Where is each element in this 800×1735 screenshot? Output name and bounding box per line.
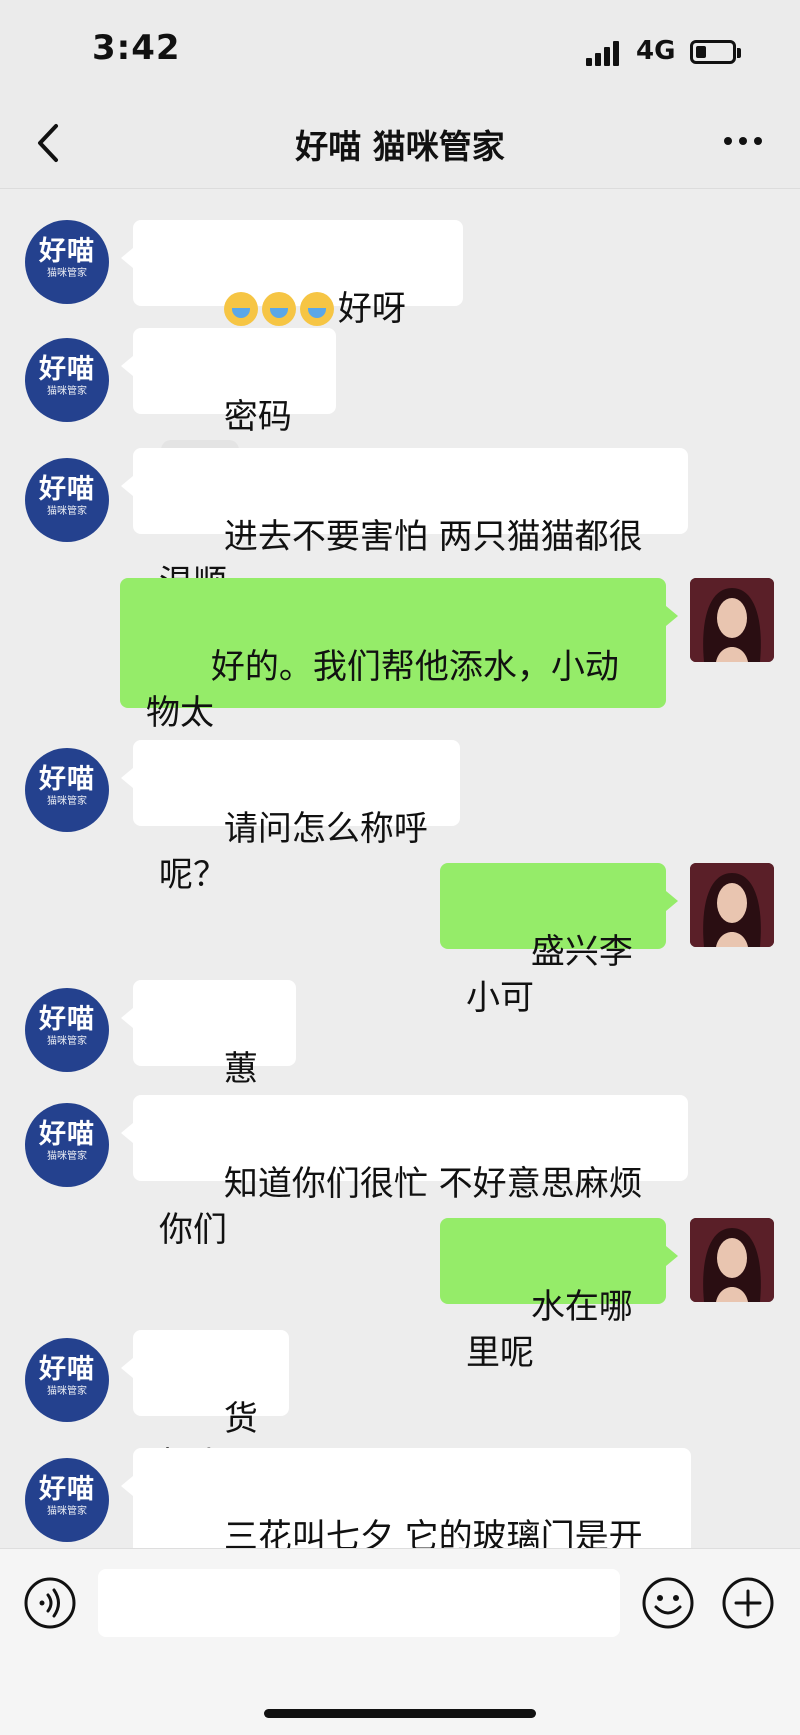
crying-emoji-icon [261,292,296,326]
emoji-icon [642,1577,694,1629]
avatar-text: 好喵 [39,1354,95,1385]
back-button[interactable] [30,118,70,168]
message-text: 盛兴李小可 [466,932,633,1018]
voice-button[interactable] [22,1575,78,1631]
voice-icon [24,1577,76,1629]
message-text: 密码 [223,397,292,437]
crying-emoji-icon [299,292,334,326]
avatar-subtext: 猫咪管家 [47,1506,87,1517]
plus-button[interactable] [720,1575,776,1631]
plus-icon [722,1577,774,1629]
user-portrait-icon [690,578,774,662]
message-text: 请问怎么称呼呢？ [159,809,428,895]
message-bubble[interactable]: 好呀 谢谢 [121,220,463,375]
avatar-text: 好喵 [39,1004,95,1035]
home-indicator[interactable] [264,1709,536,1718]
battery-icon [690,40,736,64]
contact-avatar[interactable]: 好喵 猫咪管家 [25,1338,109,1422]
message-text: 水在哪里呢 [466,1287,633,1373]
avatar-text: 好喵 [39,764,95,795]
message-bubble[interactable]: 好的。我们帮他添水，小动物太 可怜了 [120,578,678,779]
user-portrait-icon [690,1218,774,1302]
user-avatar[interactable] [690,1218,774,1302]
message-bubble[interactable]: 知道你们很忙 不好意思麻烦你们 [121,1095,688,1250]
avatar-text: 好喵 [39,1474,95,1505]
input-bar [0,1548,800,1735]
contact-avatar[interactable]: 好喵 猫咪管家 [25,1458,109,1542]
contact-avatar[interactable]: 好喵 猫咪管家 [25,220,109,304]
avatar-subtext: 猫咪管家 [47,1386,87,1397]
chat-title: 好喵 猫咪管家 [295,127,505,166]
message-input[interactable] [98,1569,620,1637]
avatar-subtext: 猫咪管家 [47,506,87,517]
crying-emoji-icon [223,292,258,326]
message-bubble[interactable]: 蕙子 [121,980,296,1135]
network-type: 4G [636,36,676,66]
avatar-subtext: 猫咪管家 [47,1151,87,1162]
avatar-text: 好喵 [39,1119,95,1150]
avatar-text: 好喵 [39,236,95,267]
message-bubble[interactable]: 请问怎么称呼呢？ [121,740,460,895]
more-button[interactable] [718,116,768,166]
contact-avatar[interactable]: 好喵 猫咪管家 [25,748,109,832]
contact-avatar[interactable]: 好喵 猫咪管家 [25,458,109,542]
battery-cap [737,48,741,58]
contact-avatar[interactable]: 好喵 猫咪管家 [25,338,109,422]
avatar-subtext: 猫咪管家 [47,268,87,279]
status-bar: 3:42 4G [0,0,800,100]
signal-icon [586,40,622,66]
avatar-subtext: 猫咪管家 [47,1036,87,1047]
message-bubble[interactable]: 进去不要害怕 两只猫猫都很温顺 [121,448,688,603]
chevron-left-icon [38,124,58,162]
chat-header: 好喵 猫咪管家 [0,100,800,189]
message-bubble[interactable]: 水在哪里呢 [440,1218,678,1373]
message-bubble[interactable]: 三花叫七夕 它的玻璃门是开着的 里面有两个水碗 一个粮碗 [121,1448,691,1548]
message-bubble[interactable]: 盛兴李小可 [440,863,678,1018]
user-portrait-icon [690,863,774,947]
avatar-subtext: 猫咪管家 [47,386,87,397]
user-avatar[interactable] [690,578,774,662]
emoji-button[interactable] [640,1575,696,1631]
message-list[interactable]: 好喵 猫咪管家 好呀 谢谢 好喵 猫咪管家 密码 好喵 猫咪管家 进去不要害怕 … [0,188,800,1548]
message-text: 三花叫七夕 它的玻璃门是开着的 里面有两个水碗 一个粮碗 [223,1517,643,1548]
avatar-text: 好喵 [39,474,95,505]
user-avatar[interactable] [690,863,774,947]
more-dots-icon [724,137,762,145]
avatar-text: 好喵 [39,354,95,385]
message-bubble[interactable]: 密码 [121,328,336,498]
message-bubble[interactable]: 货架上 [121,1330,289,1485]
status-time: 3:42 [92,28,181,68]
contact-avatar[interactable]: 好喵 猫咪管家 [25,988,109,1072]
avatar-subtext: 猫咪管家 [47,796,87,807]
contact-avatar[interactable]: 好喵 猫咪管家 [25,1103,109,1187]
